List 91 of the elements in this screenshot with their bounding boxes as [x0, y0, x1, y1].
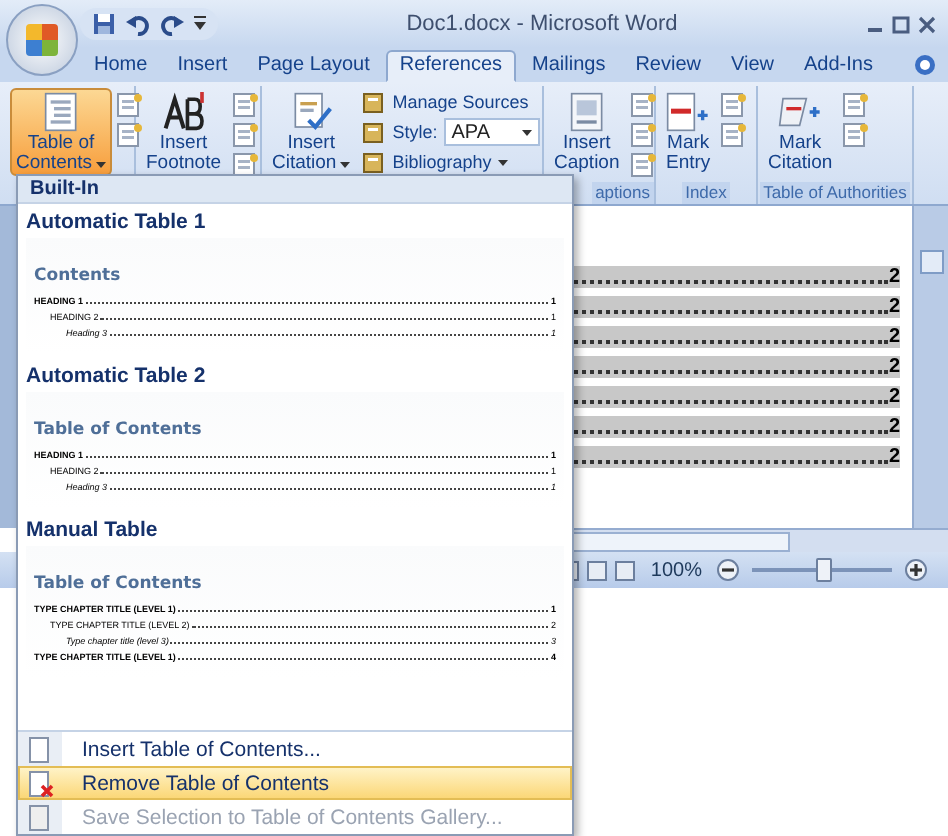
document-icon [28, 769, 54, 797]
ribbon-tab[interactable]: References [385, 50, 517, 82]
button-label: Insert [159, 134, 208, 154]
section-header: Built-In [30, 178, 99, 200]
ribbon-button[interactable]: Table of Contents [10, 88, 113, 176]
button-label: Insert [562, 134, 611, 154]
window-title: Doc1.docx - Microsoft Word [404, 12, 680, 36]
document-icon [28, 803, 54, 831]
menu-item[interactable]: Insert Table of Contents... [18, 732, 572, 766]
caret-icon [521, 129, 532, 135]
small-tool-icon[interactable] [231, 122, 257, 148]
vertical-scrollbar[interactable] [912, 206, 948, 528]
small-tool-icon[interactable] [842, 122, 869, 148]
slider-thumb[interactable] [816, 558, 832, 582]
close-icon[interactable] [918, 15, 936, 33]
small-tool-icon[interactable] [629, 152, 656, 178]
page-number: 2 [888, 268, 900, 288]
preview-title: Contents [34, 266, 123, 286]
document-icon [44, 92, 78, 132]
document-icon [28, 735, 54, 763]
redo-icon[interactable] [160, 12, 184, 36]
preview-title: Table of Contents [34, 420, 204, 440]
menu-item[interactable]: Remove Table of Contents [18, 766, 572, 800]
caret-icon [340, 161, 351, 167]
caret-icon [497, 159, 508, 165]
ribbon-button[interactable]: Mark Entry [660, 88, 717, 176]
button-label: Mark [667, 134, 710, 154]
ribbon-tab[interactable]: View [717, 50, 788, 82]
button-label: Entry [666, 154, 711, 174]
small-tool-icon[interactable] [116, 122, 143, 148]
page-number: 2 [888, 418, 900, 438]
ribbon-button[interactable]: Mark Citation [762, 88, 839, 176]
zoom-level: 100% [650, 559, 702, 581]
button-label: Mark [779, 134, 822, 154]
ribbon-button[interactable]: Insert Caption [548, 88, 626, 176]
small-tool-icon[interactable] [231, 92, 257, 118]
gallery-item-label: Automatic Table 2 [26, 364, 208, 388]
group-label: Index [681, 182, 731, 204]
ribbon-tab[interactable]: Mailings [518, 50, 620, 82]
button-label: Citation [272, 154, 337, 174]
mark-citation-icon [778, 92, 822, 132]
ribbon-tab[interactable]: Add-Ins [790, 50, 887, 82]
ribbon-small-button[interactable]: Bibliography [360, 148, 510, 176]
gallery-item-label: Automatic Table 1 [26, 210, 208, 234]
button-label: Insert [287, 134, 335, 154]
office-button[interactable] [6, 4, 78, 76]
page-number: 2 [888, 328, 900, 348]
save-icon[interactable] [92, 12, 116, 36]
mark-entry-icon [666, 92, 710, 132]
undo-icon[interactable] [126, 12, 150, 36]
zoom-in-icon[interactable] [904, 558, 928, 582]
zoom-out-icon[interactable] [716, 558, 740, 582]
maximize-icon[interactable] [892, 15, 910, 33]
page-number: 2 [888, 388, 900, 408]
citation-icon [291, 92, 332, 132]
caption-icon [570, 92, 604, 132]
view-icon[interactable] [586, 559, 609, 581]
ribbon-tab[interactable]: Insert [163, 50, 242, 82]
small-tool-icon[interactable] [231, 152, 257, 178]
group-label: Table of Authorities [759, 182, 911, 204]
ribbon-button[interactable]: Insert Footnote [140, 88, 227, 176]
button-label: Contents [16, 154, 93, 174]
button-label: Caption [554, 154, 620, 174]
group-label: aptions [591, 182, 654, 204]
ribbon-tab[interactable]: Home [80, 50, 162, 82]
view-icon[interactable] [614, 559, 637, 581]
gallery-item-label: Manual Table [26, 518, 160, 542]
page-number: 2 [888, 358, 900, 378]
small-tool-icon[interactable] [116, 92, 143, 118]
button-label: Footnote [146, 154, 221, 174]
customize-icon[interactable] [194, 16, 206, 32]
ribbon-tab[interactable]: Page Layout [243, 50, 384, 82]
ribbon-tab[interactable]: Review [621, 50, 715, 82]
caret-icon [96, 161, 107, 167]
small-tool-icon[interactable] [842, 92, 869, 118]
book-icon [362, 120, 387, 144]
small-tool-icon[interactable] [720, 92, 747, 118]
preview-title: Table of Contents [34, 574, 204, 594]
page-number: 2 [888, 448, 900, 468]
footnote-icon [161, 92, 206, 132]
button-label: Citation [768, 154, 833, 174]
small-tool-icon[interactable] [629, 122, 656, 148]
small-tool-icon[interactable] [629, 92, 656, 118]
help-icon[interactable] [914, 54, 936, 76]
page-number: 2 [888, 298, 900, 318]
small-tool-icon[interactable] [720, 122, 747, 148]
style-dropdown[interactable]: APA [443, 118, 540, 146]
button-label: Table of [27, 134, 95, 154]
ribbon-small-button[interactable]: Style: [360, 118, 440, 146]
ribbon-small-button[interactable]: Manage Sources [360, 88, 531, 116]
book-icon [362, 90, 387, 114]
